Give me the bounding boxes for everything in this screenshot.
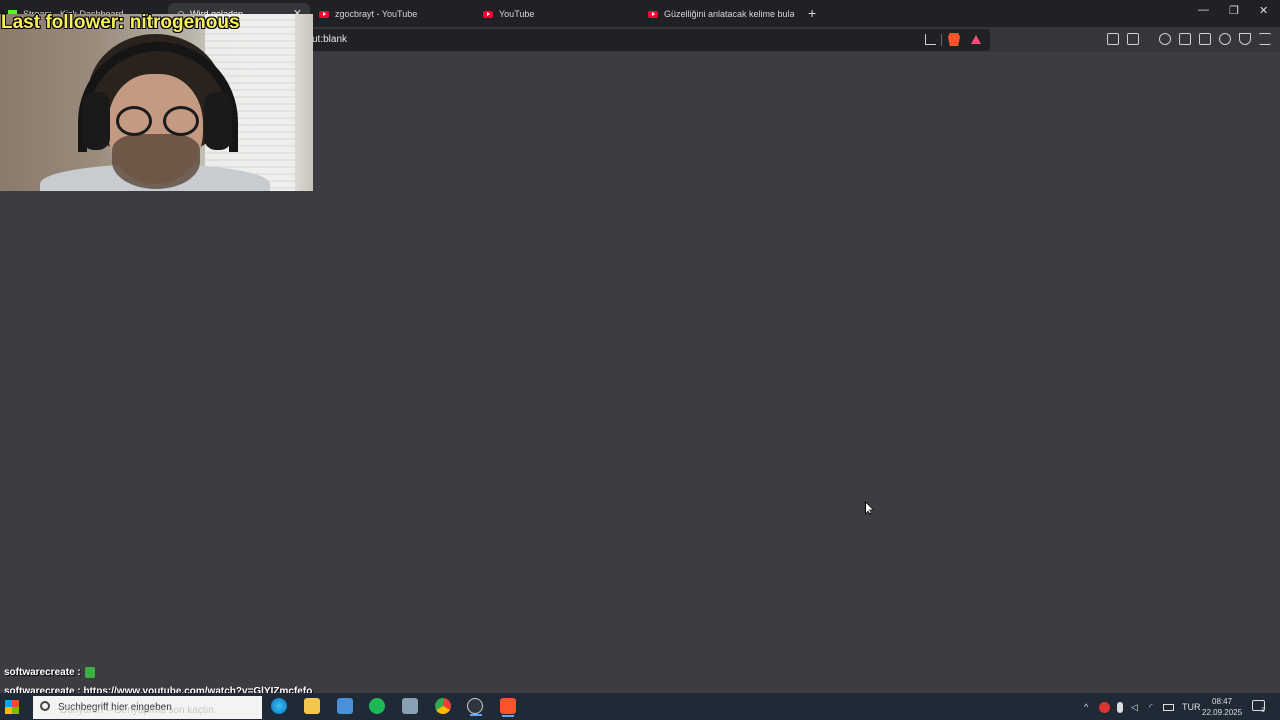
youtube-icon xyxy=(319,10,329,18)
battery-icon[interactable] xyxy=(1163,704,1174,711)
tray-app-icon[interactable] xyxy=(1099,702,1110,713)
youtube-icon xyxy=(648,10,658,18)
network-icon[interactable]: ◜ xyxy=(1149,702,1153,713)
notification-count: 1 xyxy=(1261,707,1265,714)
menu-icon[interactable] xyxy=(1259,33,1271,45)
system-clock[interactable]: 08:47 22.09.2025 xyxy=(1202,696,1242,718)
spotify-icon[interactable] xyxy=(369,698,385,714)
tab-guzelligini[interactable]: Güzelliğini anlatacak kelime bulamadı xyxy=(648,3,794,25)
chrome-icon[interactable] xyxy=(435,698,451,714)
vpn-shield-icon[interactable] xyxy=(1239,33,1251,45)
close-window-button[interactable]: ✕ xyxy=(1259,4,1268,17)
tray-overflow-icon[interactable]: ^ xyxy=(1084,702,1088,712)
new-tab-button[interactable]: + xyxy=(808,5,816,21)
headset-earcup-right xyxy=(204,92,232,150)
obs-icon[interactable] xyxy=(467,698,483,716)
clock-time: 08:47 xyxy=(1212,697,1233,706)
chat-message: softwarecreate : xyxy=(4,667,95,678)
minimize-button[interactable]: — xyxy=(1198,4,1209,16)
microphone-icon[interactable] xyxy=(1117,702,1123,713)
restore-button[interactable]: ❐ xyxy=(1229,4,1239,17)
file-explorer-icon[interactable] xyxy=(304,698,320,714)
edge-icon[interactable] xyxy=(271,698,287,714)
last-follower-label: Last follower: nitrogenous xyxy=(1,12,240,33)
extensions-icon[interactable] xyxy=(1107,33,1119,45)
youtube-icon xyxy=(483,10,493,18)
start-button-icon[interactable] xyxy=(5,700,19,714)
tab-title: Güzelliğini anlatacak kelime bulamadı xyxy=(664,9,794,19)
volume-icon[interactable]: ◁ xyxy=(1131,702,1138,713)
webcam-overlay xyxy=(0,14,313,191)
language-indicator[interactable]: TUR xyxy=(1182,702,1201,712)
tab-title: YouTube xyxy=(499,9,535,19)
clock-date: 22.09.2025 xyxy=(1202,708,1243,717)
mail-icon[interactable] xyxy=(337,698,353,714)
brave-icon[interactable] xyxy=(500,698,516,717)
tab-youtube[interactable]: YouTube xyxy=(483,3,633,25)
headset-earcup-left xyxy=(82,92,110,150)
media-icon[interactable] xyxy=(1159,33,1171,45)
search-ghost-text: Dünyanın – Geriyapıma son kaçtın xyxy=(60,705,214,716)
brave-shields-icon[interactable] xyxy=(948,33,960,46)
brave-rewards-icon[interactable] xyxy=(971,35,981,44)
tab-title: zgocbrayt - YouTube xyxy=(335,9,418,19)
tab-zgocbrayt-youtube[interactable]: zgocbrayt - YouTube xyxy=(319,3,469,25)
tab-search-icon[interactable] xyxy=(1127,33,1139,45)
leo-ai-icon[interactable] xyxy=(1219,33,1231,45)
wallet-icon[interactable] xyxy=(1199,33,1211,45)
toolbar-divider xyxy=(941,34,942,46)
search-icon xyxy=(40,701,50,711)
address-text[interactable]: ut:blank xyxy=(312,34,347,45)
share-icon[interactable] xyxy=(925,34,936,45)
sidebar-icon[interactable] xyxy=(1179,33,1191,45)
calculator-icon[interactable] xyxy=(402,698,418,714)
chat-username: softwarecreate xyxy=(4,667,75,679)
emote-icon xyxy=(84,667,95,678)
